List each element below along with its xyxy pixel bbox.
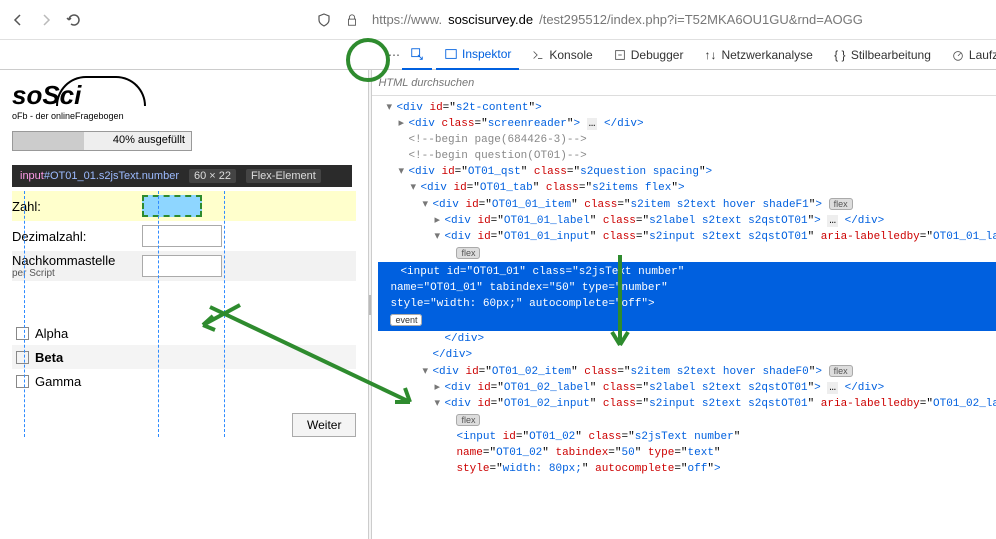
close-devtools-icon[interactable]: ⋯ [388, 47, 400, 63]
dom-search-input[interactable] [378, 77, 984, 89]
tab-console[interactable]: Konsole [523, 40, 600, 70]
checkbox-group: Alpha Beta Gamma [12, 321, 356, 393]
forward-icon[interactable] [38, 12, 54, 28]
tab-debugger[interactable]: Debugger [605, 40, 692, 70]
page-content: soSci oFb - der onlineFragebogen 40% aus… [0, 70, 368, 539]
input-dezimal[interactable] [142, 225, 222, 247]
form-row-nachkomma: Nachkommastelleper Script [12, 251, 356, 281]
dom-node[interactable]: </div> [378, 347, 996, 363]
progress-bar: 40% ausgefüllt [12, 131, 192, 151]
form-row-dezimal: Dezimalzahl: [12, 221, 356, 251]
form-row-zahl: Zahl: [12, 191, 356, 221]
url-path: /test295512/index.php?i=T52MKA6OU1GU&rnd… [539, 12, 863, 27]
label-dezimal: Dezimalzahl: [12, 229, 142, 244]
dom-node[interactable]: ▾<div id="OT01_02_item" class="s2item s2… [378, 363, 996, 380]
lock-icon[interactable] [344, 12, 360, 28]
element-picker-button[interactable] [402, 40, 432, 70]
tooltip-dimensions: 60 × 22 [189, 169, 236, 183]
dom-node[interactable]: ▾<div id="OT01_02_input" class="s2input … [378, 396, 996, 412]
shield-icon[interactable] [316, 12, 332, 28]
next-button[interactable]: Weiter [292, 413, 356, 437]
tab-performance[interactable]: Laufzeitanalyse [943, 40, 996, 70]
url-bar[interactable]: https://www. soscisurvey.de/test295512/in… [372, 12, 863, 27]
dom-node[interactable]: <!--begin question(OT01)--> [378, 148, 996, 164]
reload-icon[interactable] [66, 12, 82, 28]
dom-node[interactable]: flex [378, 245, 996, 262]
guide-line [158, 191, 159, 437]
dom-node[interactable]: name="OT01_02" tabindex="50" type="text" [378, 445, 996, 461]
dom-node[interactable]: style="width: 80px;" autocomplete="off"> [378, 461, 996, 477]
dom-node[interactable]: ▾<div id="OT01_01_input" class="s2input … [378, 229, 996, 245]
dom-node[interactable]: ▸<div class="screenreader"> … </div> [378, 116, 996, 132]
logo-subtitle: oFb - der onlineFragebogen [12, 111, 356, 121]
url-prefix: https://www. [372, 12, 442, 27]
label-nachkomma: Nachkommastelleper Script [12, 253, 142, 279]
input-nachkomma[interactable] [142, 255, 222, 277]
dom-node[interactable]: ▾<div id="s2t-content"> [378, 100, 996, 116]
url-domain: soscisurvey.de [448, 12, 533, 27]
checkbox-icon [16, 351, 29, 364]
add-node-icon[interactable]: + [992, 75, 996, 91]
dom-node[interactable]: ▸<div id="OT01_01_label" class="s2label … [378, 213, 996, 229]
guide-line [24, 191, 25, 437]
dom-node[interactable]: <!--begin page(684426-3)--> [378, 132, 996, 148]
logo-arc [56, 76, 146, 106]
progress-label: 40% ausgefüllt [113, 134, 185, 146]
input-zahl[interactable] [142, 195, 202, 217]
tab-inspector[interactable]: Inspektor [436, 40, 519, 70]
tab-styles[interactable]: { }Stilbearbeitung [825, 40, 939, 70]
dom-node[interactable]: ▾<div id="OT01_01_item" class="s2item s2… [378, 196, 996, 213]
browser-toolbar: https://www. soscisurvey.de/test295512/in… [0, 0, 996, 40]
dom-node[interactable]: ▾<div id="OT01_tab" class="s2items flex"… [378, 180, 996, 196]
element-hover-tooltip: input#OT01_01.s2jsText.number 60 × 22 Fl… [12, 165, 352, 187]
dom-tree[interactable]: ▾<div id="s2t-content">▸<div class="scre… [372, 96, 996, 539]
checkbox-icon [16, 375, 29, 388]
dom-node[interactable]: flex [378, 412, 996, 429]
progress-fill [13, 132, 84, 150]
devtools-tabbar: ⋯ Inspektor Konsole Debugger ↑↓Netzwerka… [0, 40, 996, 70]
tooltip-layout: Flex-Element [246, 169, 321, 183]
dom-node[interactable]: <input id="OT01_02" class="s2jsText numb… [378, 429, 996, 445]
dom-panel: + ▾<div id="s2t-content">▸<div class="sc… [372, 70, 996, 539]
dom-node[interactable]: ▾<div id="OT01_qst" class="s2question sp… [378, 164, 996, 180]
check-beta[interactable]: Beta [12, 345, 356, 369]
guide-line [224, 191, 225, 437]
check-gamma[interactable]: Gamma [12, 369, 356, 393]
dom-node[interactable]: </div> [378, 331, 996, 347]
dom-node[interactable]: <input id="OT01_01" class="s2jsText numb… [378, 262, 996, 331]
label-zahl: Zahl: [12, 199, 142, 214]
tab-network[interactable]: ↑↓Netzwerkanalyse [695, 40, 820, 70]
checkbox-icon [16, 327, 29, 340]
dom-search-bar: + [372, 70, 996, 96]
check-alpha[interactable]: Alpha [12, 321, 356, 345]
dom-node[interactable]: ▸<div id="OT01_02_label" class="s2label … [378, 380, 996, 396]
back-icon[interactable] [10, 12, 26, 28]
